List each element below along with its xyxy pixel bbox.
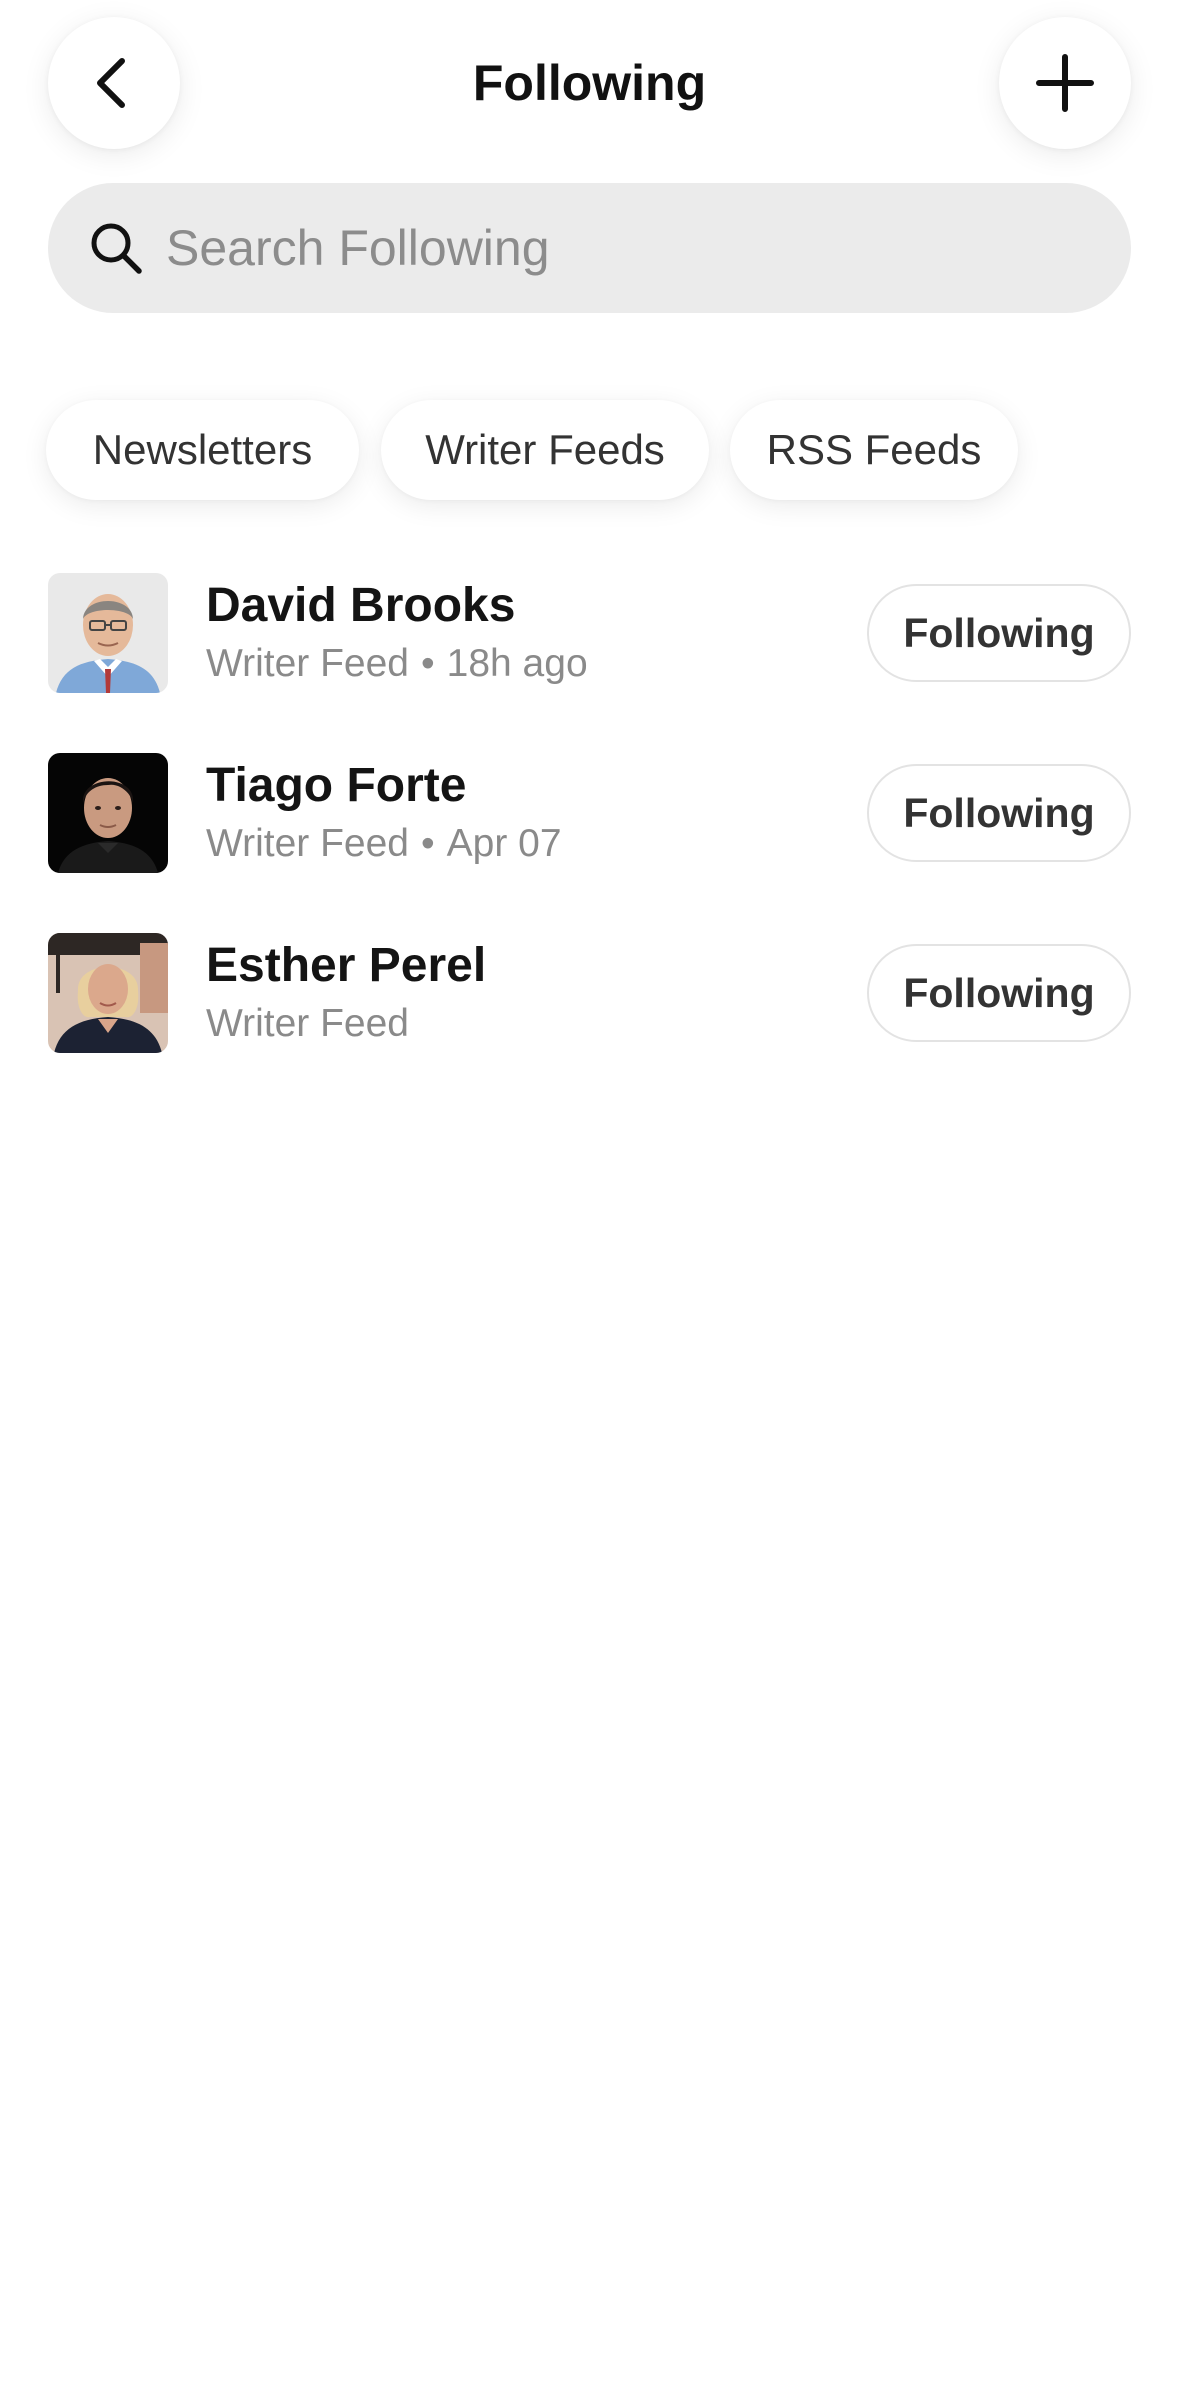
search-icon (91, 223, 142, 274)
separator: • (421, 822, 435, 865)
writer-meta: Writer Feed • 18h ago (206, 640, 588, 688)
writer-meta: Writer Feed • Apr 07 (206, 820, 562, 868)
following-button[interactable]: Following (867, 584, 1131, 682)
last-updated: 18h ago (446, 642, 588, 685)
list-item[interactable]: David Brooks Writer Feed • 18h ago Followi… (0, 573, 1179, 693)
feed-type: Writer Feed (206, 642, 409, 685)
separator: • (421, 642, 435, 685)
avatar (48, 933, 168, 1053)
following-button[interactable]: Following (867, 764, 1131, 862)
add-button[interactable] (999, 17, 1131, 149)
writer-meta: Writer Feed (206, 1000, 409, 1048)
feed-type: Writer Feed (206, 1002, 409, 1045)
search-input[interactable] (166, 183, 1086, 313)
filter-chip-rss-feeds[interactable]: RSS Feeds (730, 400, 1018, 500)
writer-name: Tiago Forte (206, 759, 467, 812)
last-updated: Apr 07 (446, 822, 562, 865)
following-button[interactable]: Following (867, 944, 1131, 1042)
list-item[interactable]: Tiago Forte Writer Feed • Apr 07 Following (0, 753, 1179, 873)
list-item[interactable]: Esther Perel Writer Feed Following (0, 933, 1179, 1053)
search-bar[interactable] (48, 183, 1131, 313)
writer-name: Esther Perel (206, 939, 487, 992)
following-screen: Following Newsletters Writer Feeds RSS F… (0, 0, 1179, 2396)
plus-icon (1036, 54, 1094, 112)
avatar (48, 573, 168, 693)
filter-chip-newsletters[interactable]: Newsletters (46, 400, 359, 500)
avatar (48, 753, 168, 873)
writer-name: David Brooks (206, 579, 516, 632)
feed-type: Writer Feed (206, 822, 409, 865)
filter-chip-writer-feeds[interactable]: Writer Feeds (381, 400, 709, 500)
